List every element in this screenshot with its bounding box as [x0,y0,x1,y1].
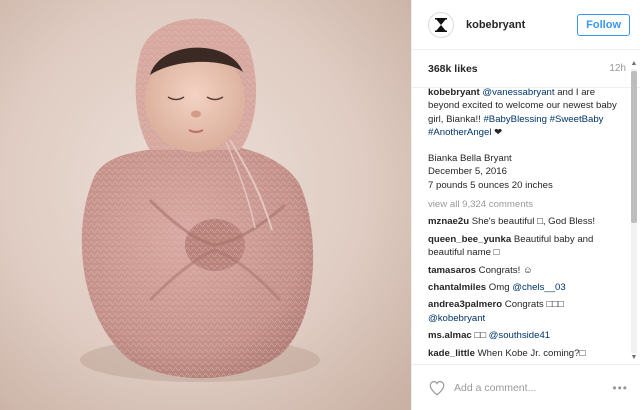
comment-mention[interactable]: @chels__03 [512,282,565,293]
comment-text: □□ [471,330,489,342]
comment-item: queen_bee_yunka Beautiful baby and beaut… [428,233,622,260]
baby-photo-image [0,0,411,410]
comments-scrollbar[interactable]: ▲ ▼ [630,60,638,362]
comment-user[interactable]: kade_little [428,348,475,359]
comment-user[interactable]: ms.almac [428,330,472,341]
hashtag-sweetbaby[interactable]: #SweetBaby [550,114,604,125]
comment-item: andrea3palmero Congrats □□□ @kobebryant [428,298,622,325]
post-details-panel: kobebryant Follow 368k likes 12h kobebry… [411,0,640,410]
post-time: 12h [609,63,626,74]
comment-user[interactable]: queen_bee_yunka [428,234,511,245]
comment-text: Congrats □□□ [502,299,564,311]
comments-area[interactable]: kobebryant @vanessabryant and I are beyo… [412,82,630,364]
scroll-thumb[interactable] [631,71,637,223]
comment-user[interactable]: chantalmiles [428,282,486,293]
comment-footer: Add a comment... ••• [412,364,640,410]
instagram-post-window: kobebryant Follow 368k likes 12h kobebry… [0,0,640,410]
caption: kobebryant @vanessabryant and I are beyo… [428,86,622,140]
details-weight: 7 pounds 5 ounces 20 inches [428,179,553,191]
heart-emoji: ❤ [494,127,503,139]
caption-mention[interactable]: @vanessabryant [482,87,554,98]
comment-mention[interactable]: @southside41 [489,330,550,341]
comment-item: mznae2u She's beautiful □, God Bless! [428,215,622,228]
post-header: kobebryant Follow [412,0,640,50]
scroll-up-icon[interactable]: ▲ [630,60,638,68]
comment-text: When Kobe Jr. coming?□ [474,347,586,359]
scroll-down-icon[interactable]: ▼ [630,354,638,362]
comment-item: ms.almac □□ @southside41 [428,329,622,342]
comment-item: kade_little When Kobe Jr. coming?□ [428,347,622,360]
comment-text: She's beautiful □, God Bless! [469,216,596,228]
heart-icon[interactable] [428,379,446,397]
scroll-track[interactable] [631,69,637,353]
hashtag-babyblessing[interactable]: #BabyBlessing [483,114,546,125]
comment-user[interactable]: tamasaros [428,265,476,276]
comment-user[interactable]: mznae2u [428,216,469,227]
comment-mention[interactable]: @kobebryant [428,313,485,324]
birth-details: Bianka Bella Bryant December 5, 2016 7 p… [428,152,622,192]
comment-item: tamasaros Congrats! ☺ [428,264,622,277]
more-options-icon[interactable]: ••• [612,381,628,395]
follow-button[interactable]: Follow [577,13,630,36]
comment-text: Omg [486,282,513,294]
comment-text: Congrats! ☺ [476,264,533,276]
hashtag-anotherangel[interactable]: #AnotherAngel [428,127,491,138]
comment-user[interactable]: andrea3palmero [428,299,502,310]
likes-count[interactable]: 368k likes [428,63,478,75]
view-all-comments-link[interactable]: view all 9,324 comments [428,198,622,211]
post-photo[interactable] [0,0,411,410]
details-name: Bianka Bella Bryant [428,152,512,164]
comment-item: chantalmiles Omg @chels__03 [428,281,622,294]
kobe-logo-icon[interactable] [428,11,454,38]
add-comment-input[interactable]: Add a comment... [454,382,612,394]
details-date: December 5, 2016 [428,166,507,178]
username-link[interactable]: kobebryant [466,19,577,31]
caption-author[interactable]: kobebryant [428,87,480,98]
